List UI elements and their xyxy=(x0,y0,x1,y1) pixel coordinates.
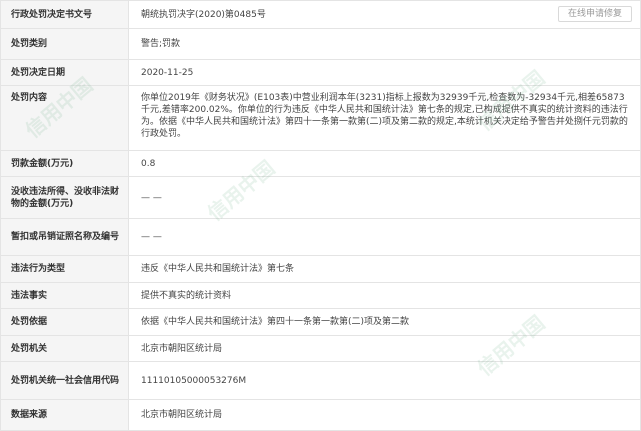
decision-number-text: 朝统执罚决字(2020)第0485号 xyxy=(141,9,266,20)
apply-repair-button[interactable]: 在线申请修复 xyxy=(558,6,632,22)
value-authority-credit-code: 11110105000053276M xyxy=(128,361,641,400)
value-penalty-category: 警告;罚款 xyxy=(128,28,641,60)
label-decision-number: 行政处罚决定书文号 xyxy=(0,0,129,29)
label-penalty-category: 处罚类别 xyxy=(0,28,129,60)
row-penalty-basis: 处罚依据 依据《中华人民共和国统计法》第四十一条第一款第(二)项及第二款 xyxy=(0,308,641,336)
row-penalty-content: 处罚内容 你单位2019年《财务状况》(E103表)中营业利润本年(3231)指… xyxy=(0,85,641,151)
row-decision-number: 行政处罚决定书文号 朝统执罚决字(2020)第0485号 在线申请修复 xyxy=(0,0,641,29)
value-penalty-basis: 依据《中华人民共和国统计法》第四十一条第一款第(二)项及第二款 xyxy=(128,308,641,336)
label-penalty-authority: 处罚机关 xyxy=(0,335,129,362)
row-fine-amount: 罚款金额(万元) 0.8 xyxy=(0,150,641,177)
row-authority-credit-code: 处罚机关统一社会信用代码 11110105000053276M xyxy=(0,361,641,400)
row-violation-type: 违法行为类型 违反《中华人民共和国统计法》第七条 xyxy=(0,255,641,283)
value-penalty-content: 你单位2019年《财务状况》(E103表)中营业利润本年(3231)指标上报数为… xyxy=(128,85,641,151)
value-decision-date: 2020-11-25 xyxy=(128,59,641,86)
label-data-source: 数据来源 xyxy=(0,399,129,431)
label-fine-amount: 罚款金额(万元) xyxy=(0,150,129,177)
value-confiscation-amount: — — xyxy=(128,176,641,219)
value-violation-facts: 提供不真实的统计资料 xyxy=(128,282,641,309)
penalty-detail-table: 行政处罚决定书文号 朝统执罚决字(2020)第0485号 在线申请修复 处罚类别… xyxy=(0,0,641,431)
row-violation-facts: 违法事实 提供不真实的统计资料 xyxy=(0,282,641,309)
row-data-source: 数据来源 北京市朝阳区统计局 xyxy=(0,399,641,431)
label-confiscation-amount: 没收违法所得、没收非法财物的金额(万元) xyxy=(0,176,129,219)
value-license-revocation: — — xyxy=(128,218,641,256)
value-violation-type: 违反《中华人民共和国统计法》第七条 xyxy=(128,255,641,283)
row-confiscation-amount: 没收违法所得、没收非法财物的金额(万元) — — xyxy=(0,176,641,219)
label-penalty-basis: 处罚依据 xyxy=(0,308,129,336)
row-penalty-authority: 处罚机关 北京市朝阳区统计局 xyxy=(0,335,641,362)
value-penalty-authority: 北京市朝阳区统计局 xyxy=(128,335,641,362)
value-fine-amount: 0.8 xyxy=(128,150,641,177)
row-penalty-category: 处罚类别 警告;罚款 xyxy=(0,28,641,60)
label-penalty-content: 处罚内容 xyxy=(0,85,129,151)
value-decision-number: 朝统执罚决字(2020)第0485号 在线申请修复 xyxy=(128,0,641,29)
label-decision-date: 处罚决定日期 xyxy=(0,59,129,86)
label-license-revocation: 暂扣或吊销证照名称及编号 xyxy=(0,218,129,256)
label-authority-credit-code: 处罚机关统一社会信用代码 xyxy=(0,361,129,400)
label-violation-facts: 违法事实 xyxy=(0,282,129,309)
row-decision-date: 处罚决定日期 2020-11-25 xyxy=(0,59,641,86)
label-violation-type: 违法行为类型 xyxy=(0,255,129,283)
value-data-source: 北京市朝阳区统计局 xyxy=(128,399,641,431)
row-license-revocation: 暂扣或吊销证照名称及编号 — — xyxy=(0,218,641,256)
